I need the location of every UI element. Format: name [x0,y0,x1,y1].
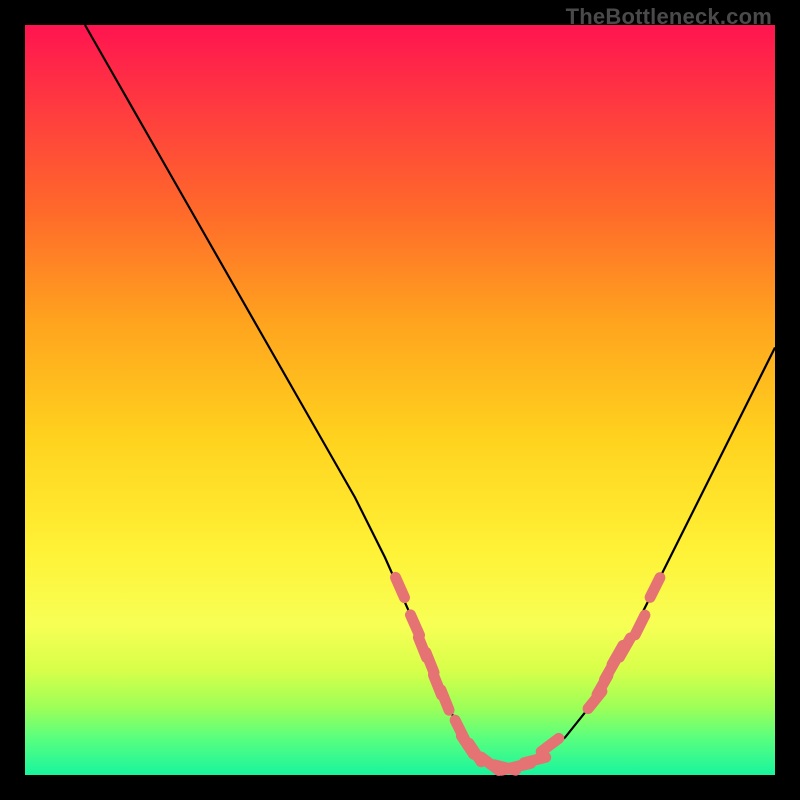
curve-marker [541,738,559,751]
curve-layer [25,25,775,775]
highlighted-segment-markers [396,577,660,770]
curve-marker [635,615,645,635]
curve-marker [441,690,449,710]
curve-marker [650,578,660,598]
curve-marker [396,577,405,597]
chart-frame: TheBottleneck.com [0,0,800,800]
curve-marker [524,757,545,762]
